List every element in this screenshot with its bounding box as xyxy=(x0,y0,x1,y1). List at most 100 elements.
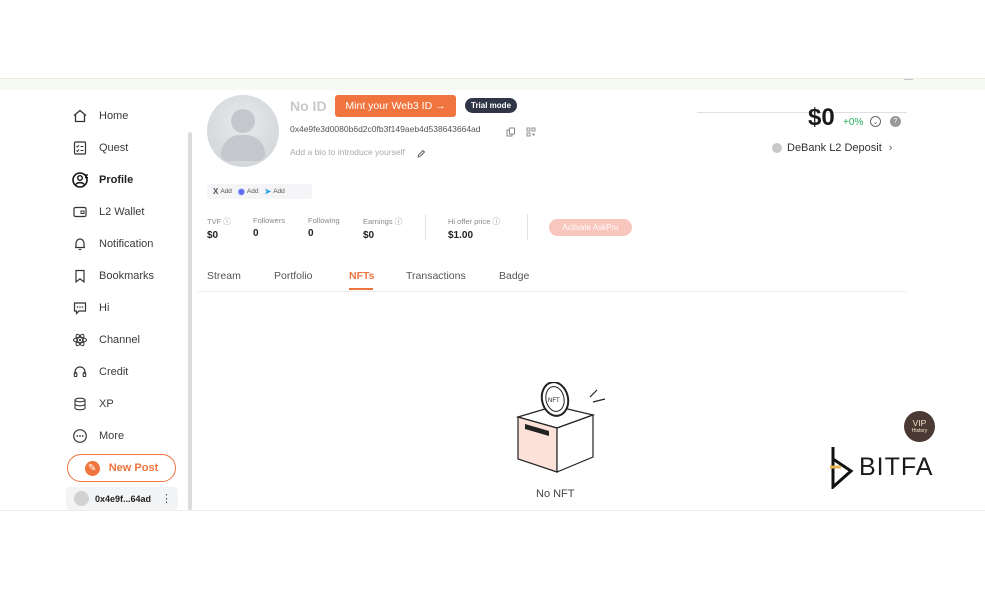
add-telegram-button[interactable]: ➤ Add xyxy=(264,187,284,196)
stat-label: Hi offer price ⓘ xyxy=(448,217,500,226)
balance-amount: $0 xyxy=(808,104,835,131)
chevron-down-icon[interactable]: ⌄ xyxy=(870,116,881,127)
mint-web3-id-button[interactable]: Mint your Web3 ID → xyxy=(335,95,456,117)
sidebar-item-label: Home xyxy=(99,110,129,122)
account-address: 0x4e9f...64ad xyxy=(95,493,152,504)
wallet-address: 0x4e9fe3d0080b6d2c0fb3f149aeb4d538643664… xyxy=(290,124,481,134)
stat-followers[interactable]: Followers 0 xyxy=(253,216,285,239)
qr-code-icon[interactable] xyxy=(526,124,536,142)
stat-value: 0 xyxy=(308,228,314,239)
balance-sparkline xyxy=(697,112,907,113)
headset-icon xyxy=(71,363,89,381)
stat-value: $1.00 xyxy=(448,230,474,241)
balance-change: +0% xyxy=(843,117,864,128)
sidebar-item-home[interactable]: Home xyxy=(71,105,128,127)
top-strip-mark xyxy=(904,79,913,80)
stat-label: Earnings ⓘ xyxy=(363,217,403,226)
tab-stream[interactable]: Stream xyxy=(207,270,241,282)
empty-state-text: No NFT xyxy=(536,488,575,500)
stat-earnings: Earnings ⓘ $0 xyxy=(363,216,402,241)
coin-icon xyxy=(772,143,782,153)
profile-tabs: Stream Portfolio NFTs Transactions Badge xyxy=(207,270,907,292)
vip-label: VIP xyxy=(912,417,927,428)
new-post-label: New Post xyxy=(108,462,159,474)
active-tab-indicator xyxy=(349,288,373,290)
sidebar-item-label: Hi xyxy=(99,302,110,314)
account-switcher[interactable]: 0x4e9f...64ad ⋮ xyxy=(66,487,178,510)
new-post-button[interactable]: ✎ New Post xyxy=(67,454,176,482)
more-icon xyxy=(71,427,89,445)
add-telegram-label: Add xyxy=(273,188,285,195)
bottom-border xyxy=(0,510,985,511)
avatar-body-shape xyxy=(221,135,265,161)
sidebar-item-label: XP xyxy=(99,398,114,410)
sidebar-item-xp[interactable]: XP xyxy=(71,393,114,415)
stat-value: 0 xyxy=(253,228,259,239)
tabs-divider xyxy=(197,291,907,292)
sidebar-item-label: L2 Wallet xyxy=(99,206,145,218)
sidebar-item-credit[interactable]: Credit xyxy=(71,361,128,383)
chat-icon xyxy=(71,299,89,317)
add-discord-button[interactable]: ◉ Add xyxy=(238,187,259,196)
sidebar-item-l2-wallet[interactable]: L2 Wallet xyxy=(71,201,144,223)
sidebar-item-label: Quest xyxy=(99,142,129,154)
profile-name: No ID xyxy=(290,98,327,114)
stack-icon xyxy=(71,395,89,413)
vip-history-button[interactable]: VIP History xyxy=(904,411,935,442)
help-icon[interactable]: ? xyxy=(890,116,901,127)
sidebar-item-hi[interactable]: Hi xyxy=(71,297,109,319)
home-icon xyxy=(71,107,89,125)
avatar xyxy=(74,491,89,506)
bitfa-logo-icon xyxy=(830,447,854,489)
pen-icon: ✎ xyxy=(84,460,100,476)
trial-mode-badge: Trial mode xyxy=(465,98,518,113)
stat-hi-offer-price: Hi offer price ⓘ $1.00 xyxy=(448,216,500,241)
sidebar-item-quest[interactable]: Quest xyxy=(71,137,128,159)
chevron-right-icon: › xyxy=(888,142,893,154)
bitfa-wordmark: BITFA xyxy=(859,452,934,481)
stat-label: TVF ⓘ xyxy=(207,217,231,226)
stat-divider xyxy=(527,214,528,240)
add-x-label: Add xyxy=(220,188,232,195)
stat-tvf: TVF ⓘ $0 xyxy=(207,216,231,241)
sidebar-item-bookmarks[interactable]: Bookmarks xyxy=(71,265,154,287)
bookmark-icon xyxy=(71,267,89,285)
account-menu-icon[interactable]: ⋮ xyxy=(161,492,172,505)
sidebar-item-more[interactable]: More xyxy=(71,425,124,447)
sidebar-item-channel[interactable]: Channel xyxy=(71,329,140,351)
edit-bio-icon[interactable] xyxy=(416,146,426,164)
avatar-head-shape xyxy=(231,109,255,133)
telegram-icon: ➤ xyxy=(264,187,272,196)
sidebar-item-notification[interactable]: Notification xyxy=(71,233,153,255)
tab-badge[interactable]: Badge xyxy=(499,270,529,282)
sidebar-item-label: Credit xyxy=(99,366,129,378)
atom-icon xyxy=(71,331,89,349)
discord-icon: ◉ xyxy=(237,187,245,196)
add-x-button[interactable]: X Add xyxy=(213,187,232,196)
quest-icon xyxy=(71,139,89,157)
tab-transactions[interactable]: Transactions xyxy=(406,270,466,282)
nft-coin-label: NFT xyxy=(548,398,560,404)
app-content: Home Quest Profile L2 Wallet Notificatio… xyxy=(0,90,985,510)
profile-avatar xyxy=(207,95,279,167)
sidebar-item-label: Bookmarks xyxy=(99,270,155,282)
profile-icon xyxy=(71,171,89,189)
sidebar-item-label: More xyxy=(99,430,125,442)
sidebar: Home Quest Profile L2 Wallet Notificatio… xyxy=(66,90,188,510)
add-discord-label: Add xyxy=(246,188,259,195)
sidebar-item-profile[interactable]: Profile xyxy=(71,169,133,191)
copy-icon[interactable] xyxy=(506,124,516,142)
tab-nfts[interactable]: NFTs xyxy=(349,270,374,282)
sidebar-scrollbar[interactable] xyxy=(188,132,192,510)
x-icon: X xyxy=(213,187,219,196)
stat-value: $0 xyxy=(207,230,219,241)
stat-divider xyxy=(425,214,426,240)
stat-value: $0 xyxy=(363,230,375,241)
tab-portfolio[interactable]: Portfolio xyxy=(274,270,313,282)
empty-box-illustration: NFT xyxy=(505,381,615,487)
stat-following[interactable]: Following 0 xyxy=(308,216,340,239)
l2-deposit-link[interactable]: DeBank L2 Deposit › xyxy=(772,142,892,154)
bio-placeholder[interactable]: Add a bio to introduce yourself xyxy=(290,147,405,157)
activate-askpro-button[interactable]: Activate AskPro xyxy=(549,219,632,236)
stat-label: Followers xyxy=(253,216,286,225)
